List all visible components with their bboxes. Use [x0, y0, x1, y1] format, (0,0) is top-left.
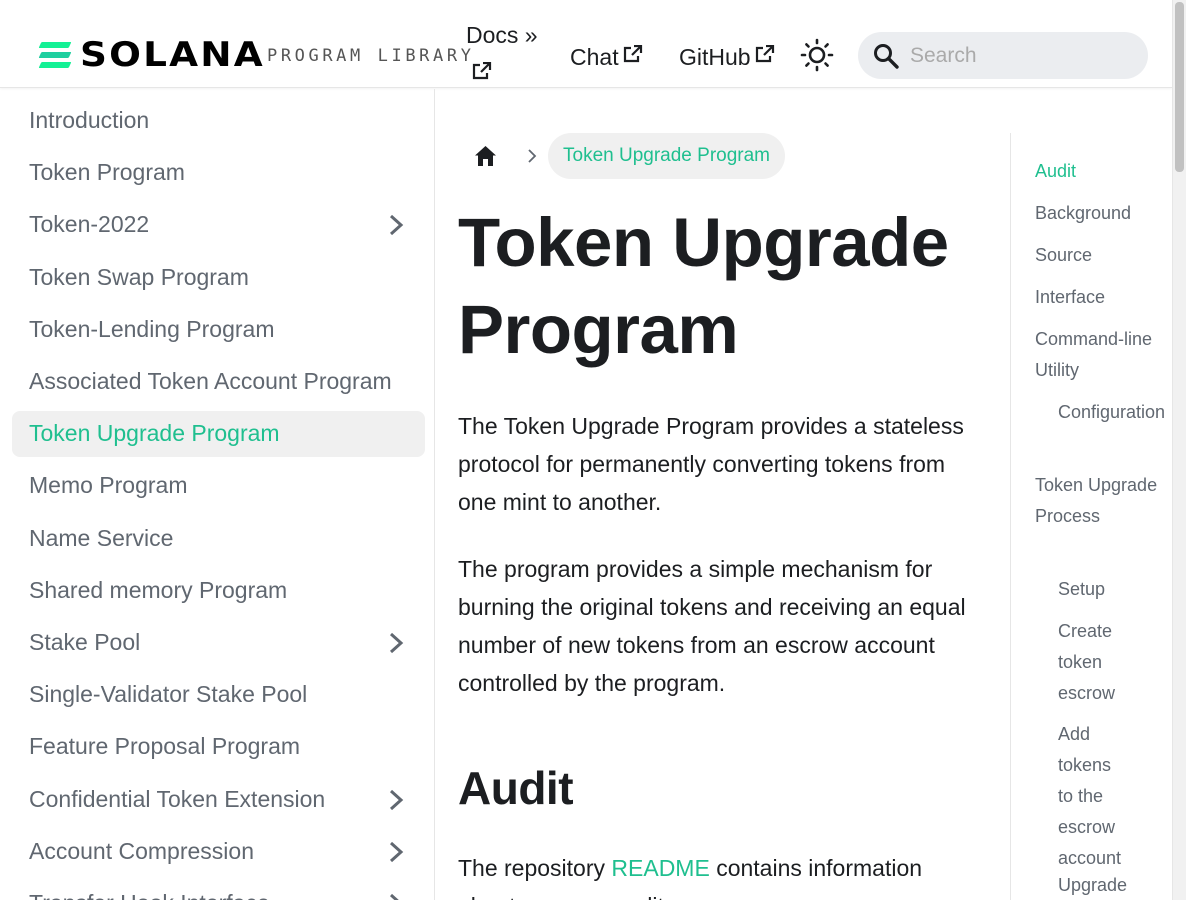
sidebar-item-label: Shared memory Program	[29, 576, 288, 603]
table-of-contents: Audit Background Source Interface Command-li…	[1010, 133, 1172, 900]
sidebar-item[interactable]: Feature Proposal Program	[12, 724, 425, 770]
sidebar-item[interactable]: Token Program	[12, 150, 425, 196]
readme-link[interactable]: README	[611, 855, 709, 881]
sidebar-item[interactable]: Stake Pool	[12, 620, 425, 666]
nav-chat-link[interactable]: Chat	[570, 42, 643, 71]
chevron-right-icon	[514, 133, 548, 179]
chevron-right-icon[interactable]	[387, 788, 405, 817]
nav-github-link[interactable]: GitHub	[679, 42, 775, 71]
toc-link[interactable]: Token Upgrade Process	[1035, 470, 1165, 532]
toc-link[interactable]: Configuration	[1058, 397, 1165, 428]
sidebar-item-label: Feature Proposal Program	[29, 733, 301, 760]
sidebar-item[interactable]: Token Upgrade Program	[12, 411, 425, 458]
sidebar-item-label: Token-2022	[29, 211, 150, 238]
brand-logo[interactable]: SOLANA	[38, 38, 263, 72]
toc-link[interactable]: Source	[1035, 240, 1165, 271]
sidebar-item[interactable]: Token-2022	[12, 202, 425, 248]
sidebar-item[interactable]: Shared memory Program	[12, 568, 425, 614]
toc-link[interactable]: Command-line Utility	[1035, 324, 1165, 386]
sidebar-item-label: Introduction	[29, 107, 150, 133]
sidebar-item-label: Single-Validator Stake Pool	[29, 681, 308, 708]
breadcrumb: Token Upgrade Program	[458, 133, 785, 179]
sidebar-item[interactable]: Transfer Hook Interface	[12, 881, 425, 900]
sidebar-item-label: Token Swap Program	[29, 263, 249, 290]
breadcrumb-home[interactable]	[458, 133, 514, 179]
intro-paragraph-2: The program provides a simple mechanism …	[458, 556, 966, 696]
sidebar-item-label: Token Program	[29, 159, 185, 186]
sidebar: Introduction Token Program Token-2022 Token…	[0, 89, 435, 900]
home-icon	[475, 146, 496, 166]
navbar: SOLANA PROGRAM LIBRARY Docs » Chat GitHu…	[0, 0, 1172, 88]
toc-link[interactable]: Setup	[1058, 574, 1128, 605]
sidebar-item[interactable]: Name Service	[12, 516, 425, 562]
chevron-right-icon[interactable]	[387, 840, 405, 869]
sidebar-item-label: Token Upgrade Program	[29, 420, 280, 447]
brand-wordmark: SOLANA	[80, 35, 265, 75]
theme-toggle-button[interactable]	[800, 38, 834, 72]
sidebar-item-label: Token-Lending Program	[29, 315, 275, 342]
sidebar-item[interactable]: Memo Program	[12, 463, 425, 509]
nav-docs-link[interactable]: Docs »	[466, 22, 538, 49]
toc-link[interactable]: Upgrade tokens	[1058, 870, 1128, 900]
sidebar-item[interactable]: Single-Validator Stake Pool	[12, 672, 425, 718]
search-icon	[874, 44, 899, 69]
external-link-icon	[755, 42, 775, 69]
solana-logo-icon	[38, 42, 72, 68]
sidebar-item[interactable]: Account Compression	[12, 829, 425, 875]
sidebar-item[interactable]: Associated Token Account Program	[12, 359, 425, 405]
chevron-right-icon[interactable]	[387, 892, 405, 900]
toc-link[interactable]: Background	[1035, 198, 1165, 229]
sidebar-item[interactable]: Token Swap Program	[12, 255, 425, 301]
sidebar-item-label: Name Service	[29, 524, 174, 551]
search-input[interactable]	[910, 32, 1135, 79]
sidebar-item-label: Stake Pool	[29, 629, 141, 655]
toc-link[interactable]: Audit	[1035, 156, 1165, 187]
toc-link[interactable]: Interface	[1035, 282, 1165, 313]
intro-paragraph-1: The Token Upgrade Program provides a sta…	[458, 413, 964, 515]
external-link-icon	[623, 42, 643, 69]
chevron-right-icon[interactable]	[387, 213, 405, 242]
sidebar-item[interactable]: Introduction	[12, 98, 425, 144]
brand-subtitle: PROGRAM LIBRARY	[267, 46, 475, 66]
page-title: Token Upgrade Program	[458, 204, 949, 368]
sidebar-item-label: Associated Token Account Program	[29, 368, 392, 394]
scrollbar-thumb[interactable]	[1175, 2, 1184, 172]
audit-paragraph: The repository README contains informati…	[458, 855, 923, 900]
sidebar-item-label: Memo Program	[29, 472, 188, 499]
main-content: Token Upgrade Program Token Upgrade Prog…	[436, 89, 1010, 900]
sidebar-item-label: Transfer Hook Interface	[29, 890, 270, 900]
sun-icon	[800, 38, 834, 72]
page-scrollbar[interactable]	[1172, 0, 1186, 900]
breadcrumb-current[interactable]: Token Upgrade Program	[548, 133, 785, 179]
toc-link[interactable]: Create token escrow	[1058, 616, 1128, 709]
sidebar-item[interactable]: Token-Lending Program	[12, 307, 425, 353]
toc-link[interactable]: Add tokens to the escrow account	[1058, 719, 1128, 874]
sidebar-item[interactable]: Confidential Token Extension	[12, 777, 425, 823]
sidebar-item-label: Confidential Token Extension	[29, 785, 326, 812]
audit-heading: Audit	[458, 762, 574, 814]
search-box[interactable]	[858, 32, 1148, 79]
chevron-right-icon[interactable]	[387, 631, 405, 660]
external-link-icon	[472, 61, 492, 85]
sidebar-item-label: Account Compression	[29, 837, 254, 864]
